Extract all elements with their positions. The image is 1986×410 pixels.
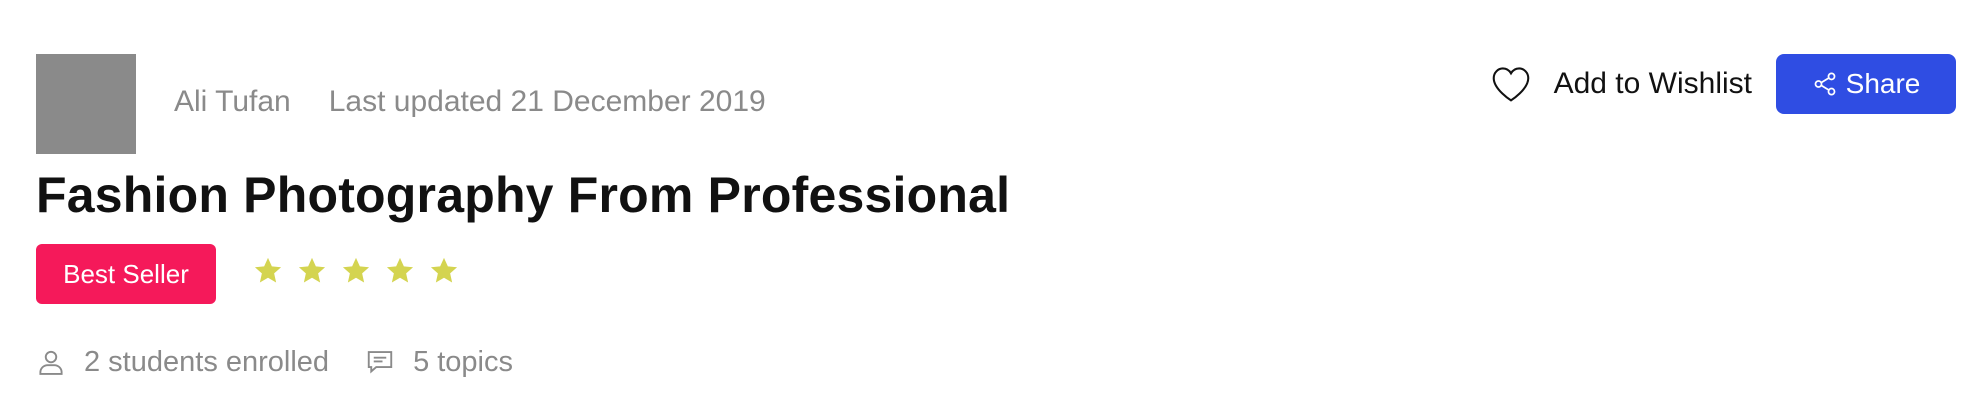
rating-stars — [252, 253, 460, 289]
last-updated: Last updated 21 December 2019 — [328, 85, 766, 118]
share-button[interactable]: Share — [1776, 54, 1956, 114]
author-avatar — [36, 54, 136, 154]
star-icon — [428, 255, 460, 287]
wishlist-label: Add to Wishlist — [1553, 67, 1752, 100]
star-icon — [384, 255, 416, 287]
author-name[interactable]: Ali Tufan — [174, 85, 291, 119]
course-title: Fashion Photography From Professional — [36, 167, 1011, 223]
students-enrolled: 2 students enrolled — [36, 346, 329, 379]
students-count: 2 students enrolled — [84, 345, 330, 378]
add-to-wishlist-button[interactable]: Add to Wishlist — [1490, 65, 1752, 103]
heart-icon — [1490, 65, 1532, 103]
course-stats: 2 students enrolled 5 topics — [36, 340, 513, 384]
course-actions: Add to Wishlist Share — [1490, 54, 1956, 114]
user-icon — [36, 347, 66, 377]
topics: 5 topics — [365, 346, 513, 379]
share-icon — [1812, 71, 1838, 97]
comment-icon — [365, 347, 395, 377]
star-icon — [296, 255, 328, 287]
share-label: Share — [1845, 68, 1921, 99]
star-icon — [340, 255, 372, 287]
topics-count: 5 topics — [413, 345, 514, 378]
star-icon — [252, 255, 284, 287]
best-seller-badge: Best Seller — [36, 244, 216, 304]
course-meta: Ali Tufan Last updated 21 December 2019 — [174, 80, 766, 124]
